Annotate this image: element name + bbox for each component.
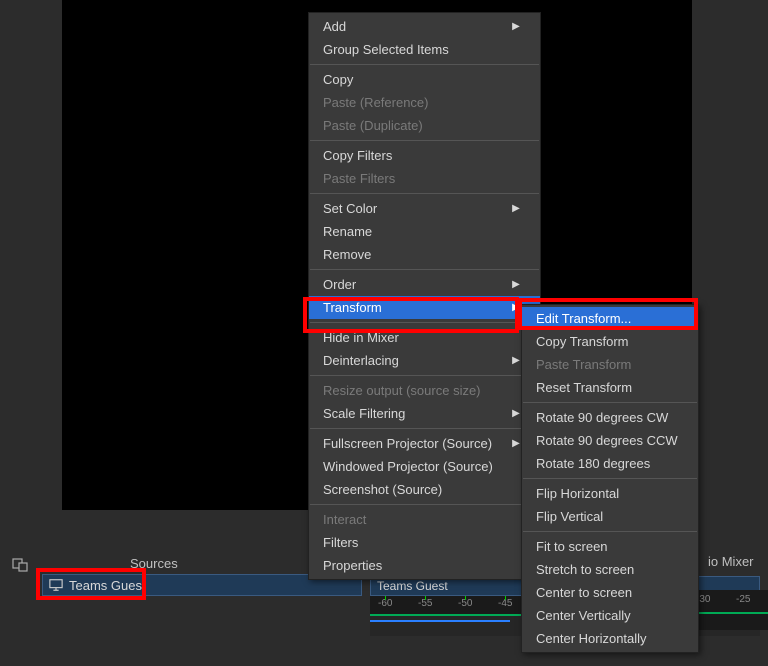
- submenu-center-to-screen[interactable]: Center to screen: [522, 581, 698, 604]
- menu-resize-output: Resize output (source size): [309, 379, 540, 402]
- submenu-flip-vertical[interactable]: Flip Vertical: [522, 505, 698, 528]
- menu-copy-filters[interactable]: Copy Filters: [309, 144, 540, 167]
- menu-paste-reference: Paste (Reference): [309, 91, 540, 114]
- context-menu: Add ▶ Group Selected Items Copy Paste (Re…: [308, 12, 541, 580]
- tick-label: -55: [418, 598, 432, 609]
- dock-split-icon[interactable]: [12, 556, 28, 572]
- menu-windowed-projector[interactable]: Windowed Projector (Source): [309, 455, 540, 478]
- menu-filters[interactable]: Filters: [309, 531, 540, 554]
- submenu-arrow-icon: ▶: [512, 203, 520, 214]
- menu-deinterlacing[interactable]: Deinterlacing ▶: [309, 349, 540, 372]
- menu-separator: [310, 193, 539, 194]
- menu-label: Transform: [323, 300, 382, 315]
- menu-separator: [310, 504, 539, 505]
- tick-label: -60: [378, 598, 392, 609]
- menu-order[interactable]: Order ▶: [309, 273, 540, 296]
- submenu-flip-horizontal[interactable]: Flip Horizontal: [522, 482, 698, 505]
- menu-paste-duplicate: Paste (Duplicate): [309, 114, 540, 137]
- menu-separator: [310, 140, 539, 141]
- menu-set-color[interactable]: Set Color ▶: [309, 197, 540, 220]
- menu-label: Add: [323, 19, 346, 34]
- submenu-stretch-to-screen[interactable]: Stretch to screen: [522, 558, 698, 581]
- meter-bar: [690, 612, 768, 614]
- menu-transform[interactable]: Transform ▶: [309, 296, 540, 319]
- tick-label: -45: [498, 598, 512, 609]
- source-item-label: Teams Guest: [69, 578, 146, 593]
- menu-properties[interactable]: Properties: [309, 554, 540, 577]
- menu-separator: [310, 428, 539, 429]
- submenu-arrow-icon: ▶: [512, 302, 520, 313]
- submenu-paste-transform: Paste Transform: [522, 353, 698, 376]
- menu-remove[interactable]: Remove: [309, 243, 540, 266]
- submenu-arrow-icon: ▶: [512, 408, 520, 419]
- menu-hide-in-mixer[interactable]: Hide in Mixer: [309, 326, 540, 349]
- menu-label: Order: [323, 277, 356, 292]
- tab-audio-mixer[interactable]: io Mixer: [700, 550, 762, 573]
- menu-fullscreen-projector[interactable]: Fullscreen Projector (Source) ▶: [309, 432, 540, 455]
- meter-bar-blue: [370, 620, 510, 622]
- tab-sources[interactable]: Sources: [30, 552, 278, 575]
- menu-separator: [523, 478, 697, 479]
- menu-rename[interactable]: Rename: [309, 220, 540, 243]
- menu-interact: Interact: [309, 508, 540, 531]
- submenu-arrow-icon: ▶: [512, 355, 520, 366]
- menu-separator: [523, 531, 697, 532]
- submenu-edit-transform[interactable]: Edit Transform...: [522, 307, 698, 330]
- menu-label: Deinterlacing: [323, 353, 399, 368]
- menu-separator: [310, 64, 539, 65]
- menu-separator: [310, 322, 539, 323]
- submenu-fit-to-screen[interactable]: Fit to screen: [522, 535, 698, 558]
- menu-group[interactable]: Group Selected Items: [309, 38, 540, 61]
- menu-add[interactable]: Add ▶: [309, 15, 540, 38]
- menu-screenshot[interactable]: Screenshot (Source): [309, 478, 540, 501]
- submenu-center-vertically[interactable]: Center Vertically: [522, 604, 698, 627]
- submenu-arrow-icon: ▶: [512, 279, 520, 290]
- menu-label: Scale Filtering: [323, 406, 405, 421]
- menu-label: Set Color: [323, 201, 377, 216]
- menu-label: Fullscreen Projector (Source): [323, 436, 492, 451]
- tick-label: -50: [458, 598, 472, 609]
- panel-tabs: Sources: [30, 550, 278, 576]
- submenu-copy-transform[interactable]: Copy Transform: [522, 330, 698, 353]
- submenu-rotate-180[interactable]: Rotate 180 degrees: [522, 452, 698, 475]
- tick-label: -25: [736, 594, 750, 605]
- submenu-arrow-icon: ▶: [512, 438, 520, 449]
- submenu-rotate-90-cw[interactable]: Rotate 90 degrees CW: [522, 406, 698, 429]
- submenu-rotate-90-ccw[interactable]: Rotate 90 degrees CCW: [522, 429, 698, 452]
- submenu-arrow-icon: ▶: [512, 21, 520, 32]
- transform-submenu: Edit Transform... Copy Transform Paste T…: [521, 304, 699, 653]
- audio-meter-right: -30 -25: [690, 590, 768, 630]
- submenu-reset-transform[interactable]: Reset Transform: [522, 376, 698, 399]
- menu-paste-filters: Paste Filters: [309, 167, 540, 190]
- submenu-center-horizontally[interactable]: Center Horizontally: [522, 627, 698, 650]
- menu-copy[interactable]: Copy: [309, 68, 540, 91]
- menu-separator: [310, 269, 539, 270]
- display-icon: [49, 578, 63, 592]
- menu-separator: [523, 402, 697, 403]
- menu-scale-filtering[interactable]: Scale Filtering ▶: [309, 402, 540, 425]
- menu-separator: [310, 375, 539, 376]
